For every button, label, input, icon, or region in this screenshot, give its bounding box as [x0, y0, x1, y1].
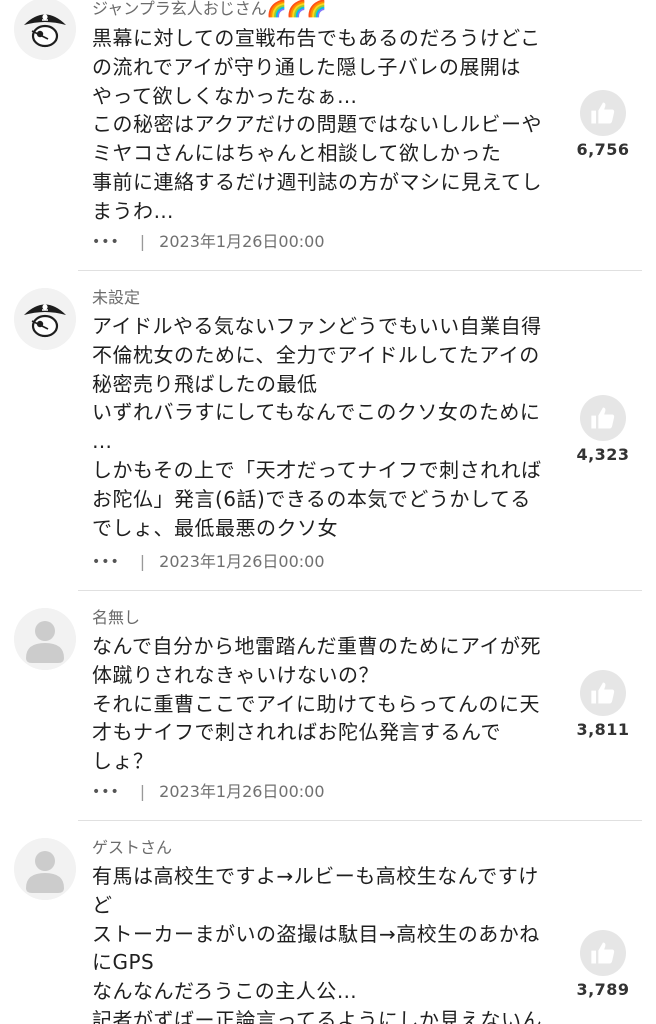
- comment-body: 有馬は高校生ですよ→ルビーも高校生なんですけ ど ストーカーまがいの盗撮は駄目→…: [92, 862, 564, 1024]
- comment-divider: [78, 270, 642, 271]
- comment-meta: ••• | 2023年1月26日00:00: [92, 230, 325, 254]
- comment-text-line: なんなんだろうこの主人公…: [92, 979, 358, 1004]
- comment-text-line: この秘密はアクアだけの問題ではないしルビーや: [92, 112, 542, 137]
- like-button[interactable]: [580, 90, 626, 136]
- more-options-button[interactable]: •••: [92, 550, 120, 574]
- like-button[interactable]: [580, 670, 626, 716]
- comment-text-line: しょ？: [92, 749, 154, 774]
- like-widget: 4,323: [570, 395, 636, 464]
- pirate-avatar-icon[interactable]: [14, 288, 76, 350]
- comment-text-line: やって欲しくなかったなぁ…: [92, 83, 358, 108]
- comment-text-line: 黒幕に対しての宣戦布告でもあるのだろうけどこ: [92, 26, 541, 50]
- thumbs-up-icon: [591, 102, 615, 124]
- thumbs-up-icon: [591, 942, 615, 964]
- like-count: 3,789: [576, 980, 630, 999]
- default-user-avatar-icon[interactable]: [14, 838, 76, 900]
- comment-text-line: しかもその上で「天才だってナイフで刺されれば: [92, 457, 542, 482]
- comment-text-line: 事前に連絡するだけ週刊誌の方がマシに見えてし: [92, 169, 542, 194]
- like-button[interactable]: [580, 395, 626, 441]
- comment-body: 黒幕に対しての宣戦布告でもあるのだろうけどこ の流れでアイが守り通した隠し子バレ…: [92, 24, 564, 226]
- comment-timestamp: 2023年1月26日00:00: [159, 232, 325, 251]
- comment-text-line: …: [92, 429, 113, 454]
- default-user-avatar-icon[interactable]: [14, 608, 76, 670]
- comment-text-line: 有馬は高校生ですよ→ルビーも高校生なんですけ: [92, 864, 539, 888]
- comment-author[interactable]: ゲストさん: [92, 838, 172, 858]
- comment-body: なんで自分から地雷踏んだ重曹のためにアイが死 体蹴りされなきゃいけないの？ それ…: [92, 632, 564, 776]
- more-options-button[interactable]: •••: [92, 230, 120, 254]
- comment-text-line: ど: [92, 892, 113, 917]
- comment-author[interactable]: ジャンプラ玄人おじさん🌈🌈🌈: [92, 0, 327, 19]
- comment-timestamp: 2023年1月26日00:00: [159, 782, 325, 801]
- like-widget: 6,756: [570, 90, 636, 159]
- comment-text-line: でしょ、最低最悪のクソ女: [92, 515, 338, 540]
- more-options-button[interactable]: •••: [92, 780, 120, 804]
- like-count: 4,323: [576, 445, 630, 464]
- comment-text-line: お陀仏」発言(6話)できるの本気でどうかしてる: [92, 486, 531, 511]
- pirate-avatar-icon[interactable]: [14, 0, 76, 60]
- comment-text-line: それに重曹ここでアイに助けてもらってんのに天: [92, 691, 540, 716]
- comment-timestamp: 2023年1月26日00:00: [159, 552, 325, 571]
- meta-separator: |: [139, 552, 146, 571]
- comment-text-line: アイドルやる気ないファンどうでもいい自業自得: [92, 314, 542, 338]
- comment-text-line: 体蹴りされなきゃいけないの？: [92, 662, 379, 687]
- comment-text-line: まうわ…: [92, 198, 174, 223]
- comment-author[interactable]: 名無し: [92, 608, 140, 628]
- comment-text-line: 記者がずばー正論言ってるようにしか見えないん: [92, 1007, 542, 1024]
- comment-meta: ••• | 2023年1月26日00:00: [92, 550, 325, 574]
- comment-body: アイドルやる気ないファンどうでもいい自業自得 不倫枕女のために、全力でアイドルし…: [92, 312, 564, 542]
- comment-text-line: にGPS: [92, 950, 155, 975]
- comment-text-line: ストーカーまがいの盗撮は駄目→高校生のあかね: [92, 921, 540, 946]
- comment-text-line: 不倫枕女のために、全力でアイドルしてたアイの: [92, 342, 540, 367]
- comment-text-line: ミヤコさんにはちゃんと相談して欲しかった: [92, 141, 502, 166]
- comment-author[interactable]: 未設定: [92, 288, 140, 308]
- like-widget: 3,811: [570, 670, 636, 739]
- meta-separator: |: [139, 782, 146, 801]
- comment-text-line: なんで自分から地雷踏んだ重曹のためにアイが死: [92, 634, 541, 658]
- comment-meta: ••• | 2023年1月26日00:00: [92, 780, 325, 804]
- comment-text-line: の流れでアイが守り通した隠し子バレの展開は: [92, 54, 521, 79]
- like-count: 6,756: [576, 140, 630, 159]
- comment-divider: [78, 820, 642, 821]
- comment-text-line: いずれバラすにしてもなんでこのクソ女のために: [92, 400, 541, 425]
- thumbs-up-icon: [591, 682, 615, 704]
- like-widget: 3,789: [570, 930, 636, 999]
- comment-text-line: 才もナイフで刺されればお陀仏発言するんで: [92, 720, 501, 745]
- like-count: 3,811: [576, 720, 630, 739]
- thumbs-up-icon: [591, 407, 615, 429]
- comment-feed: ジャンプラ玄人おじさん🌈🌈🌈 黒幕に対しての宣戦布告でもあるのだろうけどこ の流…: [0, 0, 656, 1024]
- comment-text-line: 秘密売り飛ばしたの最低: [92, 371, 318, 396]
- meta-separator: |: [139, 232, 146, 251]
- comment-divider: [78, 590, 642, 591]
- like-button[interactable]: [580, 930, 626, 976]
